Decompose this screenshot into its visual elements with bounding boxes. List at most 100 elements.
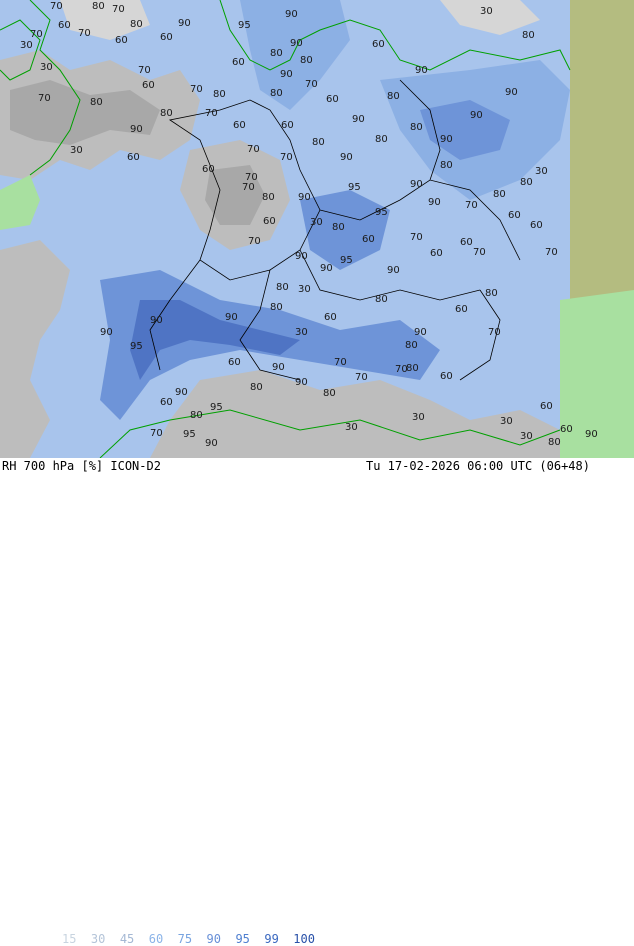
map-footer: RH 700 hPa [%] ICON-D2 Tu 17-02-2026 06:…	[0, 458, 634, 946]
contour-label: 30	[520, 431, 533, 442]
contour-label: 95	[340, 255, 353, 266]
legend-value-60: 60	[148, 932, 178, 946]
contour-label: 80	[440, 160, 453, 171]
contour-label: 30	[295, 327, 308, 338]
contour-label: 80	[270, 302, 283, 313]
contour-label: 90	[298, 192, 311, 203]
contour-label: 80	[522, 30, 535, 41]
contour-label: 70	[38, 93, 51, 104]
contour-label: 80	[213, 89, 226, 100]
contour-label: 70	[190, 84, 203, 95]
contour-label: 30	[298, 284, 311, 295]
contour-label: 70	[410, 232, 423, 243]
contour-label: 80	[160, 108, 173, 119]
contour-label: 70	[280, 152, 293, 163]
legend-value-95: 95	[235, 932, 265, 946]
contour-label: 60	[324, 312, 337, 323]
legend-value-45: 45	[119, 932, 149, 946]
contour-label: 70	[305, 79, 318, 90]
humidity-map: 70 80 70 3090 9590607080307060 608090 60609080…	[0, 0, 634, 458]
contour-label: 60	[233, 120, 246, 131]
legend-value-99: 99	[264, 932, 294, 946]
contour-label: 95	[238, 20, 251, 31]
contour-label: 80	[130, 19, 143, 30]
contour-label: 90	[280, 69, 293, 80]
contour-label: 95	[183, 429, 196, 440]
contour-label: 80	[276, 282, 289, 293]
contour-label: 80	[312, 137, 325, 148]
contour-label: 90	[410, 179, 423, 190]
contour-label: 90	[272, 362, 285, 373]
contour-label: 60	[228, 357, 241, 368]
contour-label: 30	[412, 412, 425, 423]
contour-label: 60	[160, 32, 173, 43]
contour-label: 30	[535, 166, 548, 177]
contour-label: 70	[395, 364, 408, 375]
contour-label: 30	[20, 40, 33, 51]
contour-label: 60	[202, 164, 215, 175]
contour-label: 60	[160, 397, 173, 408]
contour-label: 90	[205, 438, 218, 449]
contour-label: 90	[150, 315, 163, 326]
contour-label: 60	[460, 237, 473, 248]
contour-label: 80	[262, 192, 275, 203]
contour-label: 70	[205, 108, 218, 119]
contour-label: 70	[248, 236, 261, 247]
legend-value-100: 100	[293, 932, 315, 946]
product-label: RH 700 hPa [%] ICON-D2	[2, 459, 161, 473]
contour-label: 80	[406, 363, 419, 374]
contour-label: 90	[505, 87, 518, 98]
contour-label: 90	[225, 312, 238, 323]
contour-label: 80	[548, 437, 561, 448]
contour-label: 90	[290, 38, 303, 49]
contour-label: 60	[430, 248, 443, 259]
contour-label: 90	[387, 265, 400, 276]
contour-label: 80	[375, 134, 388, 145]
legend-value-15: 15	[62, 932, 91, 946]
contour-label: 60	[530, 220, 543, 231]
contour-label: 70	[465, 200, 478, 211]
contour-label: 60	[232, 57, 245, 68]
contour-label: 90	[100, 327, 113, 338]
contour-label: 80	[332, 222, 345, 233]
legend-value-90: 90	[206, 932, 236, 946]
contour-label: 95	[375, 207, 388, 218]
contour-label: 80	[410, 122, 423, 133]
contour-label: 80	[323, 388, 336, 399]
contour-label: 60	[326, 94, 339, 105]
contour-label: 80	[387, 91, 400, 102]
contour-label: 80	[375, 294, 388, 305]
contour-label: 90	[320, 263, 333, 274]
contour-label: 60	[508, 210, 521, 221]
contour-label: 95	[348, 182, 361, 193]
contour-label: 95	[130, 341, 143, 352]
contour-label: 60	[372, 39, 385, 50]
contour-label: 60	[560, 424, 573, 435]
legend-value-75: 75	[177, 932, 207, 946]
contour-label: 30	[40, 62, 53, 73]
valid-time-label: Tu 17-02-2026 06:00 UTC (06+48)	[366, 459, 590, 473]
contour-label: 90	[295, 251, 308, 262]
contour-label: 90	[428, 197, 441, 208]
contour-label: 90	[440, 134, 453, 145]
contour-label: 70	[545, 247, 558, 258]
contour-label: 90	[352, 114, 365, 125]
contour-label: 60	[455, 304, 468, 315]
contour-label: 80	[493, 189, 506, 200]
contour-label: 70	[247, 144, 260, 155]
contour-label: 70	[473, 247, 486, 258]
contour-label: 60	[362, 234, 375, 245]
contour-label: 70	[30, 29, 43, 40]
contour-label: 80	[485, 288, 498, 299]
contour-label: 90	[414, 327, 427, 338]
contour-label: 30	[500, 416, 513, 427]
legend-value-30: 30	[90, 932, 120, 946]
contour-label: 30	[70, 145, 83, 156]
contour-label: 70	[50, 1, 63, 12]
contour-label: 90	[470, 110, 483, 121]
contour-label: 60	[540, 401, 553, 412]
contour-label: 80	[92, 1, 105, 12]
contour-label: 90	[285, 9, 298, 20]
contour-label: 80	[405, 340, 418, 351]
contour-label: 60	[127, 152, 140, 163]
